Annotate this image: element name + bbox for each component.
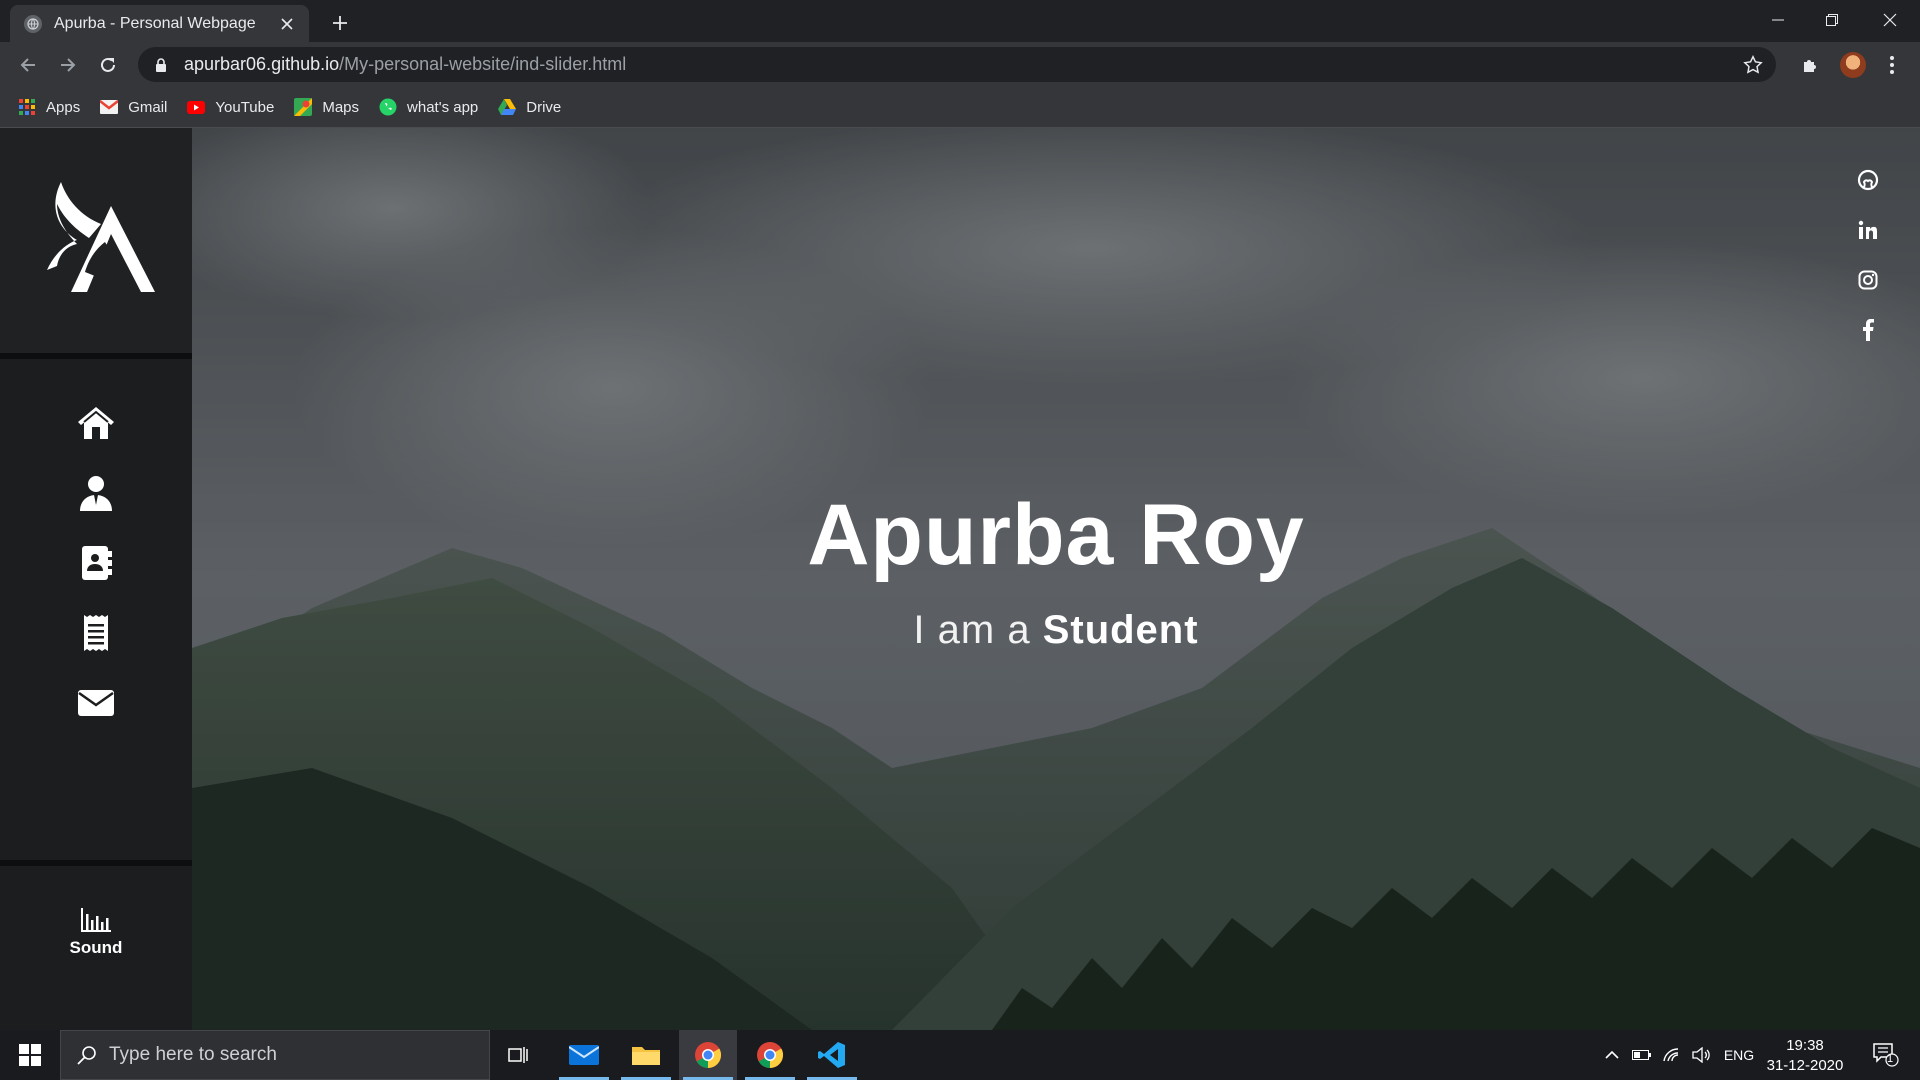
windows-taskbar: Type here to search ENG 19:38 31-12-2020 (0, 1030, 1920, 1080)
subtitle-prefix: I am a (913, 608, 1043, 652)
linkedin-icon[interactable] (1854, 216, 1882, 244)
whatsapp-icon (379, 98, 397, 116)
clock-time: 19:38 (1786, 1037, 1824, 1054)
gmail-icon (100, 98, 119, 116)
volume-icon[interactable] (1690, 1030, 1714, 1080)
windows-start-icon[interactable] (0, 1030, 60, 1080)
wing-logo-icon (47, 181, 155, 292)
task-view-icon[interactable] (490, 1030, 548, 1080)
site-logo[interactable] (0, 128, 192, 359)
chrome-app-icon[interactable] (679, 1030, 737, 1080)
close-tab-icon[interactable] (275, 12, 299, 36)
nav-mail[interactable] (0, 668, 192, 738)
mail-app-icon[interactable] (555, 1030, 613, 1080)
bookmark-whatsapp[interactable]: what's app (379, 98, 478, 116)
back-arrow-icon[interactable] (12, 49, 44, 81)
notification-center-icon[interactable]: 1 (1866, 1030, 1906, 1080)
vscode-app-icon[interactable] (803, 1030, 861, 1080)
sidebar-nav (0, 388, 192, 738)
restore-icon[interactable] (1806, 0, 1858, 40)
bookmark-label: what's app (407, 98, 479, 116)
lock-icon (156, 57, 166, 72)
browser-tab-strip: Apurba - Personal Webpage (0, 0, 1920, 42)
nav-about[interactable] (0, 458, 192, 528)
hero-name: Apurba Roy (807, 487, 1305, 583)
bookmark-label: Apps (46, 98, 81, 116)
minimize-icon[interactable] (1752, 0, 1804, 40)
bookmarks-bar: Apps Gmail YouTube Maps what's app Drive (0, 87, 1920, 128)
chrome-profile-app-icon[interactable] (741, 1030, 799, 1080)
bookmark-gmail[interactable]: Gmail (100, 98, 167, 116)
nav-contact-card[interactable] (0, 528, 192, 598)
battery-icon[interactable] (1630, 1030, 1654, 1080)
globe-icon (24, 14, 42, 33)
search-placeholder: Type here to search (109, 1044, 277, 1065)
bookmark-maps[interactable]: Maps (294, 98, 359, 116)
tab-title: Apurba - Personal Webpage (54, 14, 256, 32)
taskbar-clock[interactable]: 19:38 31-12-2020 (1760, 1036, 1850, 1076)
nav-resume[interactable] (0, 598, 192, 668)
hero-subtitle: I am a Student (192, 608, 1920, 653)
menu-kebab-icon[interactable] (1878, 51, 1906, 79)
bookmark-drive[interactable]: Drive (498, 98, 561, 116)
mail-icon (78, 690, 114, 716)
github-icon[interactable] (1854, 166, 1882, 194)
url-path: /My-personal-website/ind-slider.html (339, 54, 627, 74)
contact-card-icon (82, 546, 112, 580)
instagram-icon[interactable] (1854, 266, 1882, 294)
search-icon (77, 1046, 96, 1065)
bookmark-label: Gmail (128, 98, 168, 116)
drive-icon (498, 98, 517, 116)
bookmark-youtube[interactable]: YouTube (187, 98, 274, 116)
address-bar[interactable]: apurbar06.github.io/My-personal-website/… (138, 47, 1776, 82)
hero-section: Apurba Roy I am a Student (192, 128, 1920, 1030)
apps-grid-icon (18, 98, 36, 116)
document-icon (84, 615, 108, 651)
browser-toolbar: apurbar06.github.io/My-personal-website/… (0, 42, 1920, 87)
file-explorer-icon[interactable] (617, 1030, 675, 1080)
notification-badge: 1 (1887, 1053, 1894, 1065)
sound-toggle[interactable]: Sound (0, 860, 192, 1030)
url-host: apurbar06.github.io (184, 54, 340, 74)
new-tab-plus-icon[interactable] (325, 8, 355, 38)
taskbar-search-box[interactable]: Type here to search (60, 1030, 490, 1080)
profile-avatar[interactable] (1839, 51, 1867, 79)
bookmark-label: Drive (526, 98, 562, 116)
nav-home[interactable] (0, 388, 192, 458)
webpage: Sound Apurba Roy I am a Student (0, 128, 1920, 1030)
reload-icon[interactable] (92, 49, 124, 81)
sound-label: Sound (69, 938, 123, 957)
social-links (1854, 166, 1882, 366)
bookmark-label: Maps (322, 98, 360, 116)
clock-date: 31-12-2020 (1766, 1057, 1844, 1074)
user-icon (80, 476, 112, 511)
facebook-icon[interactable] (1854, 316, 1882, 344)
bookmark-label: YouTube (215, 98, 275, 116)
browser-tab[interactable]: Apurba - Personal Webpage (10, 5, 309, 42)
sound-bars-icon (81, 908, 111, 932)
bookmark-star-icon[interactable] (1742, 54, 1764, 76)
language-indicator[interactable]: ENG (1720, 1030, 1758, 1080)
close-window-icon[interactable] (1864, 0, 1916, 40)
extensions-puzzle-icon[interactable] (1797, 51, 1825, 79)
subtitle-role: Student (1042, 608, 1199, 652)
maps-icon (294, 98, 313, 116)
tray-chevron-up-icon[interactable] (1600, 1030, 1624, 1080)
bookmark-apps[interactable]: Apps (18, 98, 80, 116)
youtube-icon (187, 98, 206, 116)
wifi-icon[interactable] (1660, 1030, 1684, 1080)
forward-arrow-icon[interactable] (52, 49, 84, 81)
home-icon (78, 407, 114, 439)
sidebar: Sound (0, 128, 192, 1030)
